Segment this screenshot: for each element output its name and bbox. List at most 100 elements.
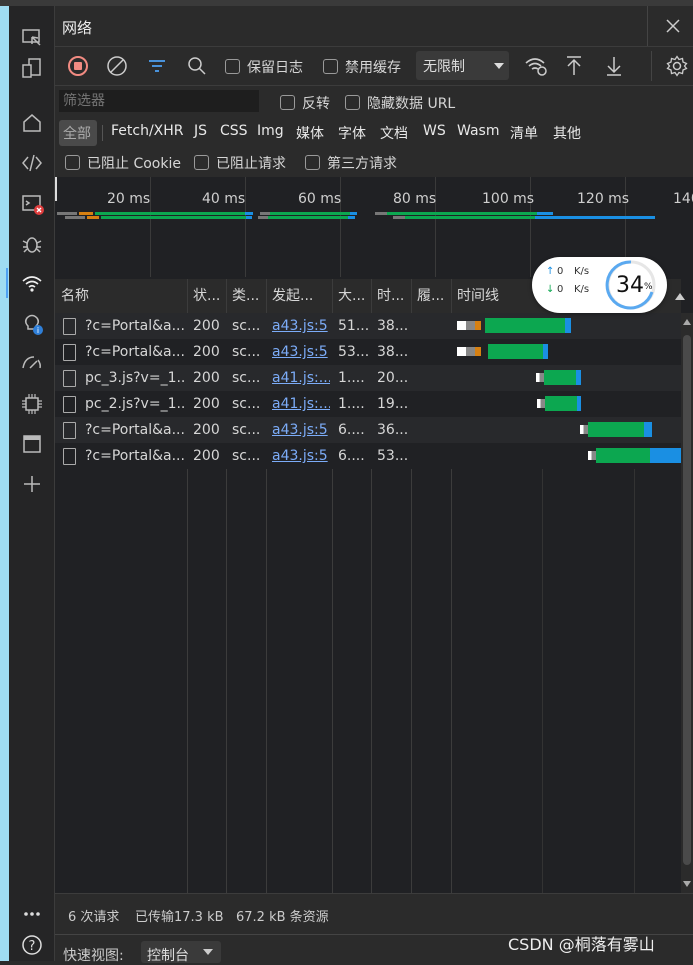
type-filter-wasm[interactable]: Wasm bbox=[457, 123, 499, 139]
request-size: 51... bbox=[338, 318, 370, 334]
status-bar: 6 次请求 已传输17.3 kB 67.2 kB 条资源 bbox=[55, 893, 693, 934]
invert-checkbox[interactable] bbox=[280, 95, 295, 110]
column-header-size[interactable]: 大... bbox=[338, 279, 366, 313]
overview-bar bbox=[65, 216, 85, 219]
export-har-icon[interactable] bbox=[604, 55, 624, 77]
column-header-initiator[interactable]: 发起... bbox=[272, 279, 314, 313]
overview-bar bbox=[393, 216, 405, 219]
table-row[interactable]: pc_3.js?v=_1... 200 sc... a41.js:... 1.... 20… bbox=[55, 365, 681, 391]
table-row[interactable]: ?c=Portal&a... 200 sc... a43.js:5 53... 38... bbox=[55, 339, 681, 365]
request-initiator[interactable]: a43.js:5 bbox=[272, 339, 330, 365]
scrollbar-thumb[interactable] bbox=[683, 335, 691, 865]
overview-bar bbox=[258, 216, 268, 219]
request-type: sc... bbox=[232, 318, 261, 334]
table-row[interactable]: ?c=Portal&a... 200 sc... a43.js:5 51... 38... bbox=[55, 313, 681, 339]
waterfall-download-segment bbox=[565, 318, 571, 333]
more-tools-icon[interactable] bbox=[20, 902, 44, 926]
type-filter-fetch-xhr[interactable]: Fetch/XHR bbox=[111, 123, 184, 139]
type-filter-all[interactable]: 全部 bbox=[63, 123, 91, 143]
request-time: 53... bbox=[377, 448, 409, 464]
table-row[interactable]: ?c=Portal&a... 200 sc... a43.js:5 6.... 36... bbox=[55, 417, 681, 443]
hide-data-urls-checkbox[interactable] bbox=[345, 95, 360, 110]
request-name: pc_2.js?v=_1... bbox=[85, 396, 185, 412]
application-window-icon[interactable] bbox=[20, 432, 44, 456]
inspect-icon[interactable] bbox=[20, 26, 44, 50]
request-initiator[interactable]: a41.js:... bbox=[272, 365, 330, 391]
overview-bar bbox=[375, 212, 387, 215]
column-header-name[interactable]: 名称 bbox=[61, 279, 89, 313]
request-type: sc... bbox=[232, 422, 261, 438]
column-header-status[interactable]: 状... bbox=[193, 279, 221, 313]
request-time: 38... bbox=[377, 344, 409, 360]
column-header-time[interactable]: 时... bbox=[377, 279, 405, 313]
performance-bulb-icon[interactable]: i bbox=[20, 312, 44, 336]
preserve-log-checkbox[interactable] bbox=[225, 59, 240, 74]
type-filter-js[interactable]: JS bbox=[194, 123, 207, 139]
blocked-requests-checkbox[interactable] bbox=[194, 155, 209, 170]
settings-gear-icon[interactable] bbox=[666, 55, 688, 77]
request-initiator[interactable]: a43.js:5 bbox=[272, 443, 330, 469]
type-filter-css[interactable]: CSS bbox=[220, 123, 248, 139]
debugger-bug-icon[interactable] bbox=[20, 232, 44, 256]
network-conditions-icon[interactable] bbox=[524, 55, 548, 77]
clear-icon[interactable] bbox=[106, 55, 128, 77]
help-icon[interactable]: ? bbox=[20, 933, 44, 957]
column-header-waterfall[interactable]: 时间线 bbox=[457, 279, 499, 313]
close-icon[interactable] bbox=[665, 18, 681, 34]
table-row[interactable]: ?c=Portal&a... 200 sc... a43.js:5 6.... 53... bbox=[55, 443, 686, 469]
search-icon[interactable] bbox=[187, 56, 207, 76]
memory-chip-icon[interactable] bbox=[20, 392, 44, 416]
type-filter-media[interactable]: 媒体 bbox=[296, 123, 324, 143]
elements-icon[interactable] bbox=[20, 151, 44, 175]
column-header-type[interactable]: 类... bbox=[232, 279, 260, 313]
type-filter-other[interactable]: 其他 bbox=[553, 123, 581, 143]
quick-view-select[interactable]: 控制台 bbox=[141, 941, 221, 964]
home-icon[interactable] bbox=[20, 111, 44, 135]
speed-widget[interactable]: ↑ 0 K/s ↓ 0 K/s 34 % bbox=[532, 257, 667, 313]
request-status: 200 bbox=[193, 448, 220, 464]
stop-recording-icon[interactable] bbox=[67, 55, 89, 77]
type-filter-img[interactable]: Img bbox=[257, 123, 284, 139]
disable-cache-checkbox[interactable] bbox=[323, 59, 338, 74]
import-har-icon[interactable] bbox=[564, 55, 584, 77]
waterfall-queue-segment bbox=[457, 347, 477, 356]
overview-start-marker bbox=[55, 177, 57, 201]
request-name: ?c=Portal&a... bbox=[85, 318, 185, 334]
throttle-select[interactable]: 无限制 bbox=[416, 51, 509, 80]
add-tool-plus-icon[interactable] bbox=[20, 472, 44, 496]
request-initiator[interactable]: a43.js:5 bbox=[272, 417, 330, 443]
request-initiator[interactable]: a41.js:... bbox=[272, 391, 330, 417]
type-filter-ws[interactable]: WS bbox=[423, 123, 446, 139]
filter-input[interactable] bbox=[59, 90, 259, 112]
console-icon[interactable] bbox=[20, 192, 44, 216]
scroll-down-icon[interactable] bbox=[683, 881, 691, 887]
type-filter-font[interactable]: 字体 bbox=[338, 123, 366, 143]
table-scrollbar[interactable] bbox=[681, 313, 693, 893]
request-status: 200 bbox=[193, 370, 220, 386]
waterfall-wait-segment bbox=[596, 448, 650, 463]
type-filter-manifest[interactable]: 清单 bbox=[510, 123, 538, 143]
request-initiator[interactable]: a43.js:5 bbox=[272, 313, 330, 339]
third-party-checkbox[interactable] bbox=[305, 155, 320, 170]
request-type: sc... bbox=[232, 344, 261, 360]
invert-label: 反转 bbox=[302, 96, 330, 112]
request-size: 6.... bbox=[338, 448, 365, 464]
overview-bar bbox=[537, 212, 553, 215]
sort-up-icon[interactable] bbox=[674, 292, 686, 301]
table-row[interactable]: pc_2.js?v=_1... 200 sc... a41.js:... 1.... 19… bbox=[55, 391, 681, 417]
request-type: sc... bbox=[232, 370, 261, 386]
request-time: 20... bbox=[377, 370, 409, 386]
performance-gauge-icon[interactable] bbox=[20, 352, 44, 376]
type-filter-doc[interactable]: 文档 bbox=[380, 123, 408, 143]
blocked-cookies-checkbox[interactable] bbox=[65, 155, 80, 170]
device-emulation-icon[interactable] bbox=[20, 56, 44, 80]
request-size: 6.... bbox=[338, 422, 365, 438]
network-wifi-icon[interactable] bbox=[20, 272, 44, 296]
filter-icon[interactable] bbox=[147, 56, 167, 76]
column-header-fulfilled[interactable]: 履... bbox=[417, 279, 445, 313]
request-status: 200 bbox=[193, 344, 220, 360]
waterfall-wait-segment bbox=[544, 370, 576, 385]
window-edge bbox=[0, 0, 9, 961]
scroll-up-icon[interactable] bbox=[683, 319, 691, 325]
waterfall-download-segment bbox=[577, 396, 581, 411]
